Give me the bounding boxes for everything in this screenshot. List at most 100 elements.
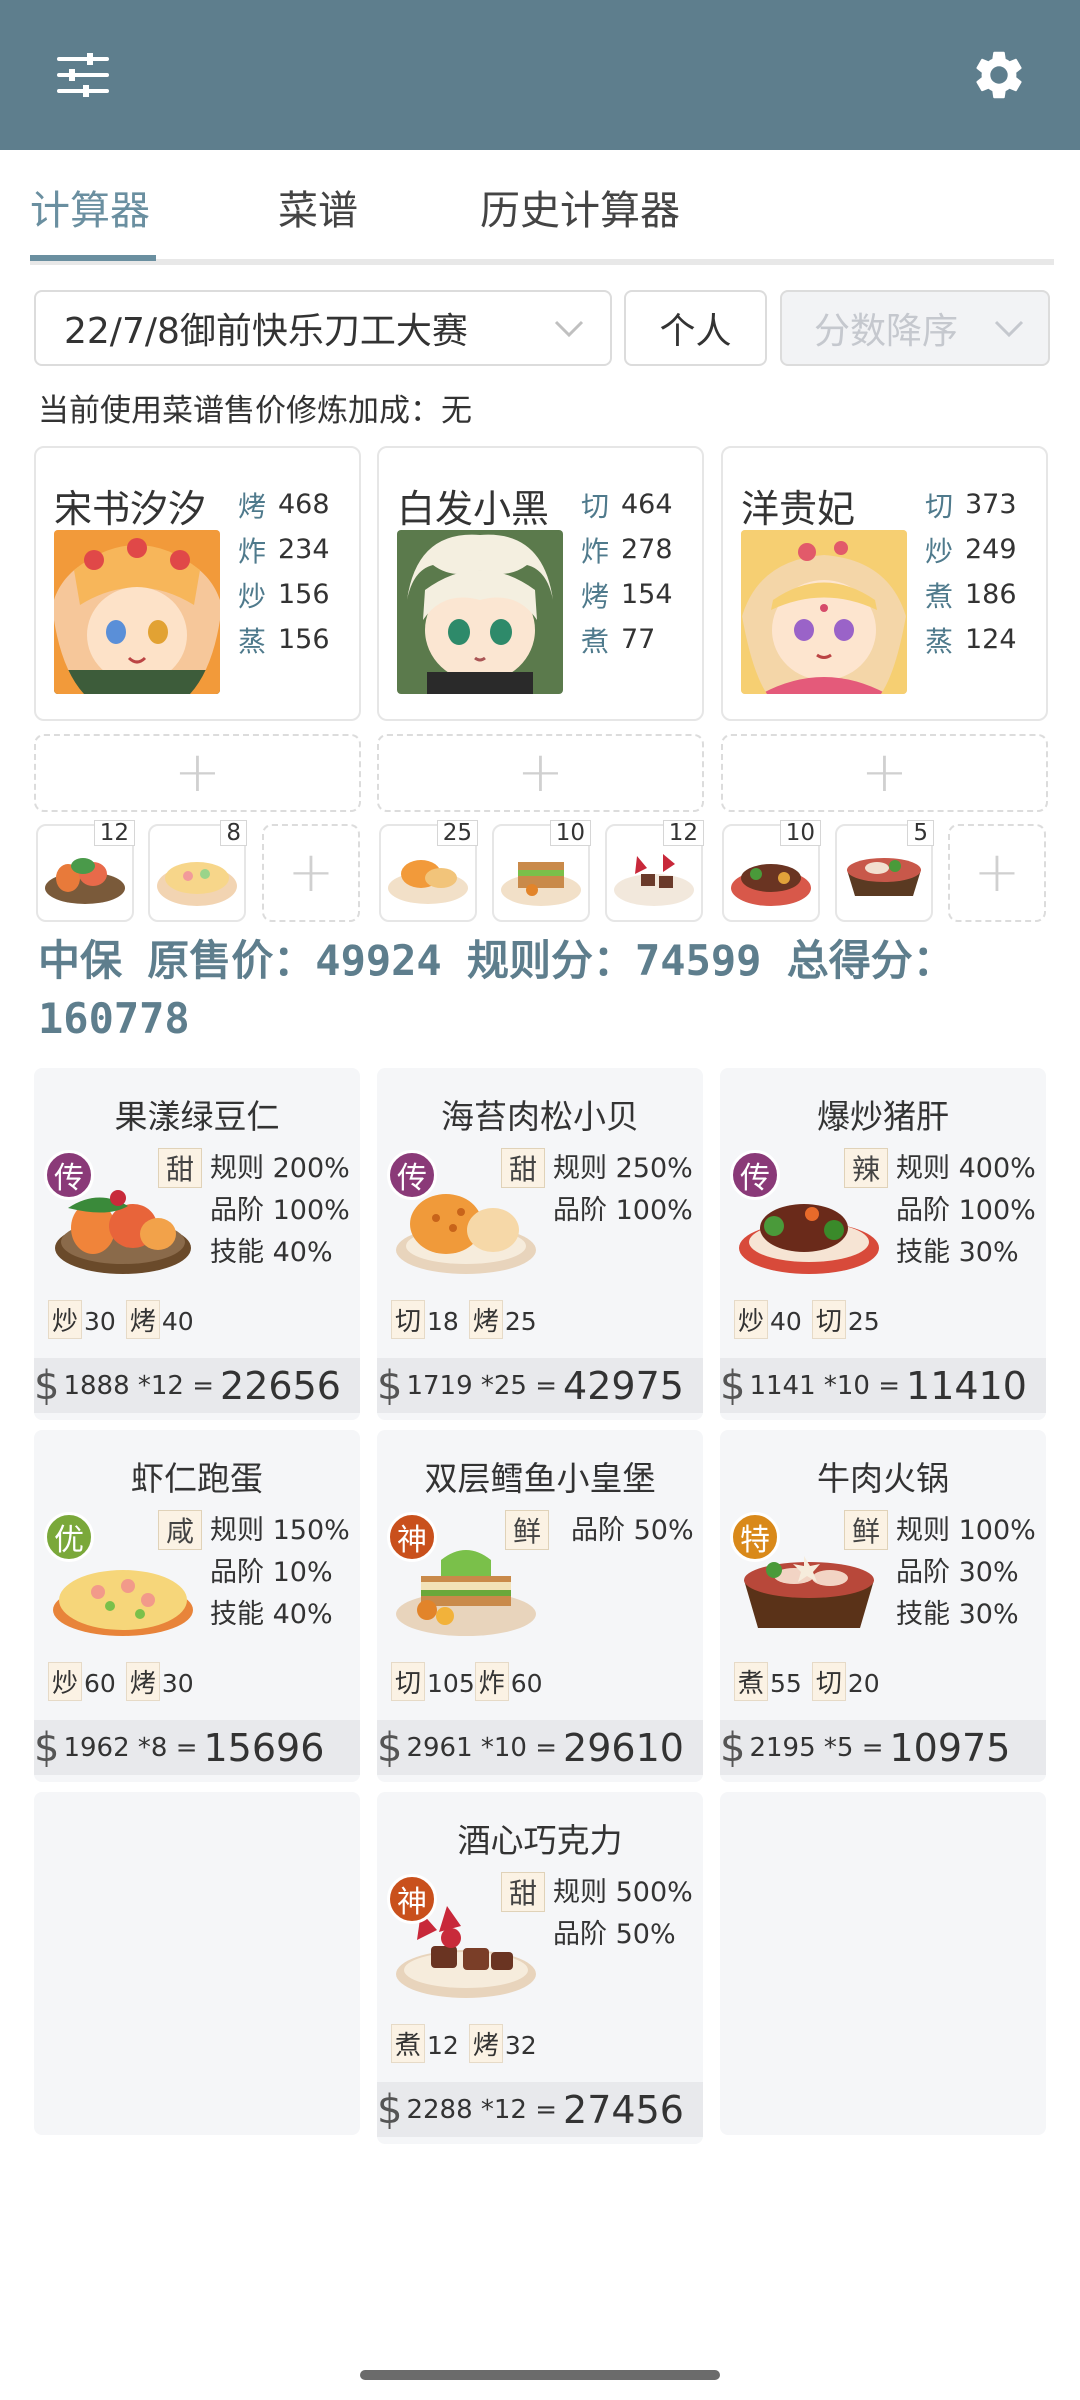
chef-skill-list: 烤 468 炸 234 炒 156 蒸 156 — [238, 482, 358, 662]
bonus-item: 品阶 100% — [896, 1195, 1036, 1226]
add-recipe-slot[interactable]: + — [262, 824, 360, 922]
recipe-card[interactable]: 果漾绿豆仁 传 甜 规则 200% 品阶 100% 技能 40% 炒 30 烤 40 … — [34, 1068, 360, 1420]
recipe-title: 爆炒猪肝 — [817, 1097, 949, 1136]
recipe-card[interactable]: 双层鳕鱼小皇堡 神 鲜 品阶 50% 切 105 炸 60 $2961 *10 = 29… — [377, 1430, 703, 1782]
recipe-slot[interactable]: 10 — [492, 820, 591, 922]
recipe-title: 牛肉火锅 — [817, 1459, 949, 1498]
bonus-item: 规则 400% — [896, 1153, 1036, 1184]
chef-name: 洋贵妃 — [741, 487, 856, 531]
home-indicator[interactable] — [360, 2370, 720, 2380]
bonus-list: 规则 250% 品阶 100% — [553, 1148, 693, 1232]
bonus-list: 规则 500% 品阶 50% — [553, 1872, 693, 1956]
recipe-slot[interactable]: 10 — [722, 820, 821, 922]
event-select[interactable]: 22/7/8御前快乐刀工大赛 — [34, 290, 612, 366]
recipe-title: 果漾绿豆仁 — [114, 1097, 280, 1136]
add-equipment-button[interactable]: + — [34, 734, 361, 812]
chef-skill: 烤 154 — [581, 579, 673, 613]
chevron-down-icon — [994, 320, 1024, 338]
skill-requirements: 煮 55 切 20 — [734, 1662, 890, 1701]
price-row: $2961 *10 = 29610 — [377, 1720, 703, 1775]
event-select-value: 22/7/8御前快乐刀工大赛 — [64, 311, 468, 352]
empty-recipe-card[interactable] — [34, 1792, 360, 2135]
recipe-slot[interactable]: 12 — [36, 820, 135, 922]
tier-badge: 特 — [730, 1512, 780, 1562]
bonus-list: 规则 200% 品阶 100% 技能 40% — [210, 1148, 350, 1274]
price-row: $2288 *12 = 27456 — [377, 2082, 703, 2137]
score-summary: 中保 原售价：49924 规则分：74599 总得分：160778 — [38, 936, 955, 1043]
chef-skill: 蒸 156 — [238, 624, 330, 658]
sort-select-value: 分数降序 — [814, 311, 959, 352]
bonus-item: 规则 500% — [553, 1877, 693, 1908]
bonus-item: 规则 250% — [553, 1153, 693, 1184]
taste-tag: 甜 — [501, 1872, 545, 1912]
taste-tag: 鲜 — [505, 1510, 549, 1550]
bonus-item: 规则 200% — [210, 1153, 350, 1184]
empty-recipe-card[interactable] — [720, 1792, 1046, 2135]
recipe-slot[interactable]: 8 — [148, 820, 247, 922]
bonus-list: 规则 150% 品阶 10% 技能 40% — [210, 1510, 350, 1636]
tier-badge: 优 — [44, 1512, 94, 1562]
chef-name: 白发小黑 — [397, 487, 550, 531]
chef-card[interactable]: 宋书汐汐 烤 468 炸 234 炒 156 蒸 156 — [34, 446, 361, 721]
app-root: 计算器 菜谱 历史计算器 22/7/8御前快乐刀工大赛 个人 分数降序 当前使用… — [0, 0, 1080, 2400]
chef-skill: 煮 186 — [925, 579, 1017, 613]
slot-count: 12 — [93, 820, 135, 846]
price-row: $1141 *10 = 11410 — [720, 1358, 1046, 1413]
add-equipment-button[interactable]: + — [377, 734, 704, 812]
tier-badge: 传 — [730, 1150, 780, 1200]
recipe-slot[interactable]: 25 — [379, 820, 478, 922]
bonus-item: 品阶 30% — [896, 1557, 1019, 1588]
tab-bar: 计算器 菜谱 历史计算器 — [30, 150, 1054, 265]
slot-count: 25 — [436, 820, 478, 846]
recipe-title: 虾仁跑蛋 — [131, 1459, 263, 1498]
sort-select[interactable]: 分数降序 — [780, 290, 1050, 366]
taste-tag: 甜 — [501, 1148, 545, 1188]
recipe-slot[interactable]: 12 — [605, 820, 704, 922]
recipe-title: 双层鳕鱼小皇堡 — [424, 1459, 656, 1498]
slot-count: 5 — [907, 820, 934, 846]
price-row: $1888 *12 = 22656 — [34, 1358, 360, 1413]
bonus-note: 当前使用菜谱售价修炼加成：无 — [38, 393, 472, 429]
tab-recipes[interactable]: 菜谱 — [278, 178, 358, 236]
recipe-card[interactable]: 虾仁跑蛋 优 咸 规则 150% 品阶 10% 技能 40% 炒 60 烤 30 $1… — [34, 1430, 360, 1782]
dollar-icon: $ — [377, 2086, 403, 2133]
tab-calculator[interactable]: 计算器 — [30, 178, 150, 236]
tier-badge: 神 — [387, 1512, 437, 1562]
chevron-down-icon — [554, 320, 584, 338]
recipe-slot[interactable]: 5 — [835, 820, 934, 922]
taste-tag: 鲜 — [844, 1510, 888, 1550]
recipe-title: 海苔肉松小贝 — [441, 1097, 639, 1136]
dollar-icon: $ — [720, 1362, 746, 1409]
active-tab-indicator — [30, 255, 156, 261]
chef-skill-list: 切 464 炸 278 烤 154 煮 77 — [581, 482, 701, 662]
add-recipe-slot[interactable]: + — [948, 824, 1046, 922]
add-equipment-button[interactable]: + — [721, 734, 1048, 812]
plus-icon: + — [174, 740, 221, 805]
chef-card[interactable]: 白发小黑 切 464 炸 278 烤 154 煮 77 — [377, 446, 704, 721]
dollar-icon: $ — [34, 1362, 60, 1409]
plus-icon: + — [973, 840, 1021, 905]
bonus-item: 技能 40% — [210, 1599, 333, 1630]
price-row: $1962 *8 = 15696 — [34, 1720, 360, 1775]
mode-select[interactable]: 个人 — [624, 290, 767, 366]
bonus-item: 技能 30% — [896, 1599, 1019, 1630]
taste-tag: 甜 — [158, 1148, 202, 1188]
chef-avatar — [397, 530, 563, 694]
recipe-card[interactable]: 牛肉火锅 特 鲜 规则 100% 品阶 30% 技能 30% 煮 55 切 20 $2… — [720, 1430, 1046, 1782]
gear-icon[interactable] — [964, 40, 1034, 110]
bonus-item: 技能 30% — [896, 1237, 1019, 1268]
chef-skill: 炒 156 — [238, 579, 330, 613]
plus-icon: + — [861, 740, 908, 805]
recipe-card[interactable]: 海苔肉松小贝 传 甜 规则 250% 品阶 100% 切 18 烤 25 $1719 … — [377, 1068, 703, 1420]
tab-history-calculator[interactable]: 历史计算器 — [480, 178, 680, 236]
chef-name: 宋书汐汐 — [54, 487, 207, 531]
slot-count: 10 — [779, 820, 821, 846]
skill-requirements: 切 105 炸 60 — [391, 1662, 553, 1701]
chef-card[interactable]: 洋贵妃 切 373 炒 249 煮 186 蒸 124 — [721, 446, 1048, 721]
recipe-card[interactable]: 爆炒猪肝 传 辣 规则 400% 品阶 100% 技能 30% 炒 40 切 25 $… — [720, 1068, 1046, 1420]
recipe-card[interactable]: 酒心巧克力 神 甜 规则 500% 品阶 50% 煮 12 烤 32 $2288 *1… — [377, 1792, 703, 2144]
mode-select-value: 个人 — [659, 311, 732, 352]
sliders-icon[interactable] — [48, 40, 118, 110]
taste-tag: 辣 — [844, 1148, 888, 1188]
tier-badge: 神 — [387, 1874, 437, 1924]
